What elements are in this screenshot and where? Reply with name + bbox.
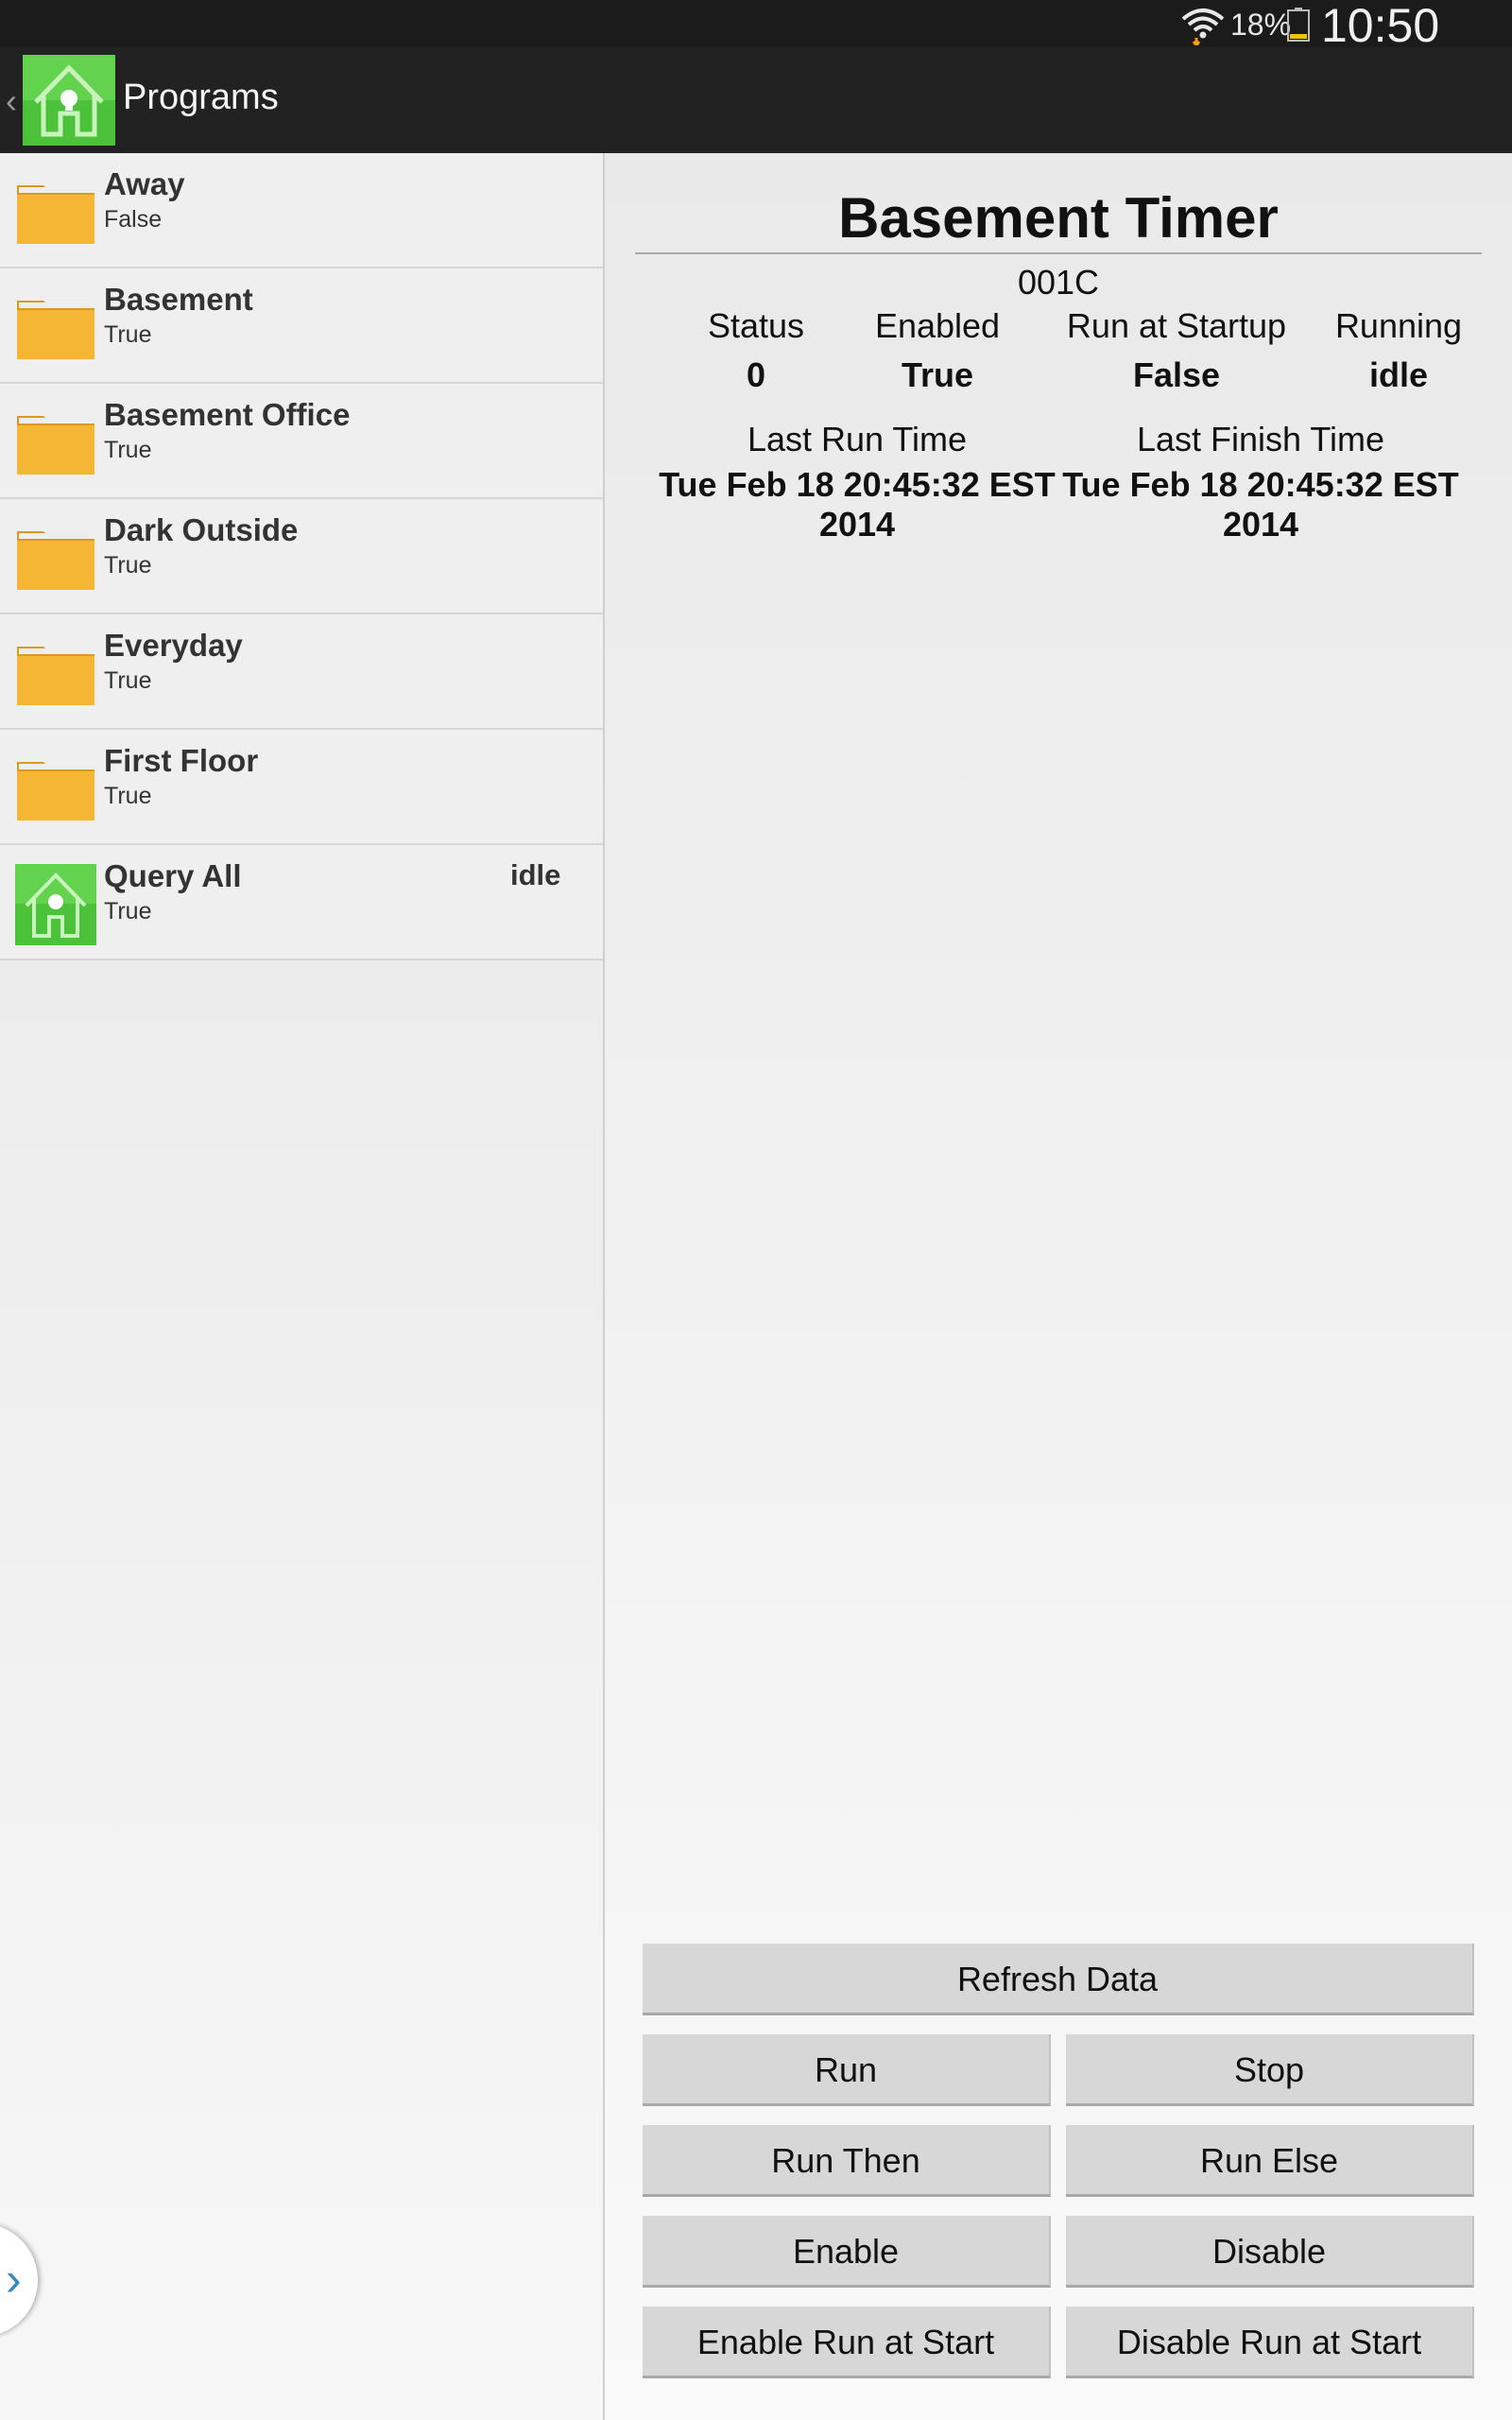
field-value: True	[901, 355, 974, 394]
list-item-enabled: True	[104, 898, 152, 925]
refresh-data-button[interactable]: Refresh Data	[643, 1944, 1474, 2015]
folder-icon	[17, 416, 94, 475]
list-item-away[interactable]: Away False	[0, 153, 603, 268]
enable-run-at-start-button[interactable]: Enable Run at Start	[643, 2307, 1051, 2378]
action-bar: ‹ Programs	[0, 47, 1512, 153]
status-field: Status 0	[662, 306, 850, 395]
list-item-basement[interactable]: Basement True	[0, 268, 603, 384]
last-run-field: Last Run Time Tue Feb 18 20:45:32 EST 20…	[659, 420, 1056, 544]
enable-button[interactable]: Enable	[643, 2216, 1051, 2288]
list-item-name: Basement Office	[104, 397, 351, 432]
field-label: Last Run Time	[747, 420, 968, 458]
status-bar: 18% 10:50 PM	[0, 0, 1512, 107]
program-title: Basement Timer	[635, 185, 1482, 254]
list-item-status: idle	[510, 858, 561, 891]
list-item-basement-office[interactable]: Basement Office True	[0, 384, 603, 499]
run-button[interactable]: Run	[643, 2034, 1051, 2106]
list-item-name: Basement	[104, 282, 253, 317]
folder-icon	[17, 301, 94, 359]
list-item-name: Away	[104, 166, 185, 201]
field-label: Running	[1334, 306, 1463, 345]
program-list: Away False Basement True Basement Office…	[0, 153, 605, 2420]
folder-icon	[17, 762, 94, 821]
chevron-right-icon: ›	[6, 2253, 22, 2306]
list-item-name: Everyday	[104, 628, 243, 663]
list-item-everyday[interactable]: Everyday True	[0, 614, 603, 730]
field-value: Tue Feb 18 20:45:32 EST 2014	[1062, 465, 1459, 544]
folder-icon	[17, 647, 94, 705]
field-label: Last Finish Time	[1136, 420, 1385, 458]
back-chevron-icon[interactable]: ‹	[6, 81, 17, 121]
list-item-enabled: True	[104, 667, 152, 694]
wifi-icon	[1181, 9, 1225, 45]
list-item-query-all[interactable]: Query All True idle	[0, 845, 603, 960]
field-value: False	[1132, 355, 1221, 394]
list-item-enabled: True	[104, 321, 152, 348]
folder-icon	[17, 531, 94, 590]
list-item-first-floor[interactable]: First Floor True	[0, 730, 603, 845]
battery-percent: 18%	[1230, 8, 1292, 42]
battery-icon	[1287, 8, 1310, 42]
program-house-icon	[15, 864, 96, 945]
run-else-button[interactable]: Run Else	[1066, 2125, 1474, 2197]
disable-run-at-start-button[interactable]: Disable Run at Start	[1066, 2307, 1474, 2378]
action-bar-title: Programs	[123, 78, 279, 117]
field-value: Tue Feb 18 20:45:32 EST 2014	[659, 465, 1056, 544]
field-value: 0	[746, 355, 766, 394]
list-item-dark-outside[interactable]: Dark Outside True	[0, 499, 603, 614]
run-at-startup-field: Run at Startup False	[1021, 306, 1332, 395]
field-value: idle	[1368, 355, 1428, 394]
list-item-name: First Floor	[104, 743, 259, 778]
list-item-name: Query All	[104, 858, 242, 893]
enabled-field: Enabled True	[833, 306, 1041, 395]
last-finish-field: Last Finish Time Tue Feb 18 20:45:32 EST…	[1062, 420, 1459, 544]
list-item-enabled: True	[104, 783, 152, 809]
field-label: Enabled	[874, 306, 1001, 345]
disable-button[interactable]: Disable	[1066, 2216, 1474, 2288]
list-item-name: Dark Outside	[104, 512, 299, 547]
list-item-enabled: True	[104, 437, 152, 463]
app-logo-icon[interactable]	[23, 55, 115, 146]
field-label: Run at Startup	[1066, 306, 1287, 345]
running-field: Running idle	[1304, 306, 1493, 395]
program-detail: Basement Timer 001C Status 0 Enabled Tru…	[605, 153, 1512, 2420]
list-item-enabled: False	[104, 206, 163, 233]
list-item-enabled: True	[104, 552, 152, 579]
field-label: Status	[707, 306, 805, 345]
stop-button[interactable]: Stop	[1066, 2034, 1474, 2106]
folder-icon	[17, 185, 94, 244]
run-then-button[interactable]: Run Then	[643, 2125, 1051, 2197]
program-id: 001C	[1017, 263, 1100, 302]
